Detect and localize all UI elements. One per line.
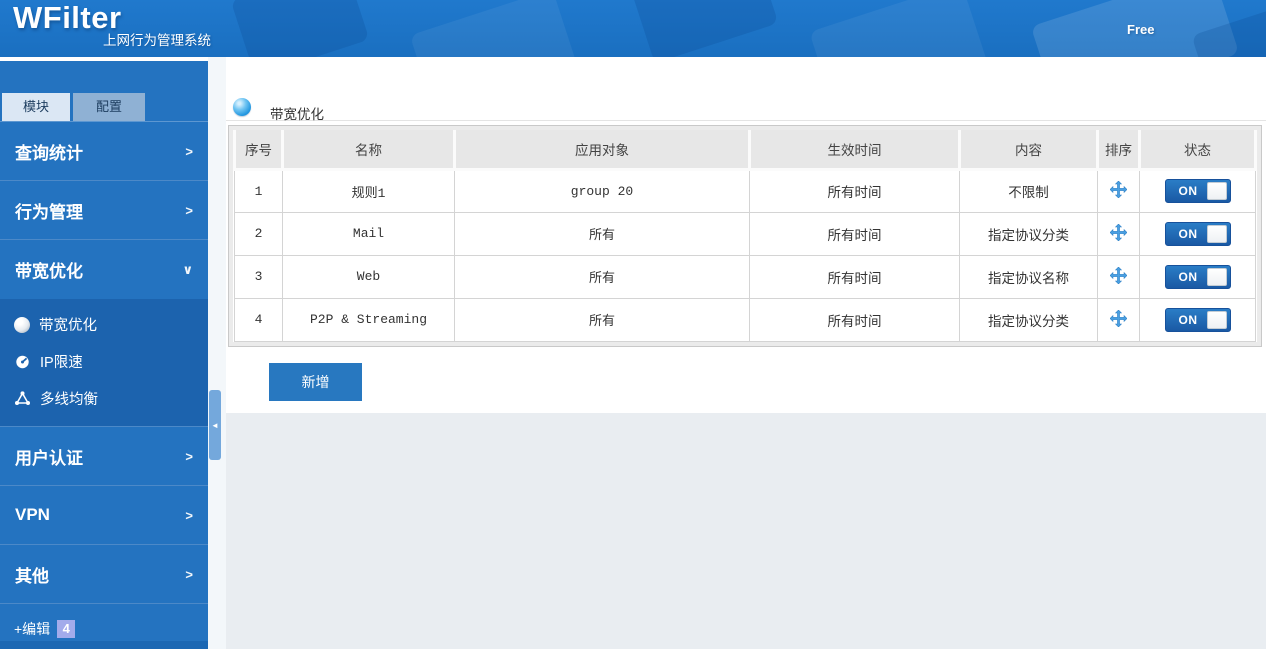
cell-sort bbox=[1097, 297, 1140, 342]
table-header-status: 状态 bbox=[1138, 130, 1257, 171]
rules-table: 序号 名称 应用对象 生效时间 内容 排序 状态 1 规则1 group 20 … bbox=[233, 130, 1257, 342]
toggle-on-label: ON bbox=[1178, 269, 1198, 284]
page-title: 带宽优化 bbox=[270, 107, 324, 122]
cell-status: ON bbox=[1139, 211, 1256, 256]
status-toggle[interactable]: ON bbox=[1164, 221, 1231, 246]
sidebar: 模块 配置 查询统计 > 行为管理 > 带宽优化 ∨ 带宽优化 IP限速 多线均… bbox=[0, 57, 208, 649]
toggle-on-label: ON bbox=[1178, 312, 1198, 327]
chevron-right-icon: > bbox=[185, 566, 193, 582]
table-row: 4 P2P & Streaming 所有 所有时间 指定协议分类 ON bbox=[234, 297, 1256, 342]
status-toggle[interactable]: ON bbox=[1164, 264, 1231, 289]
table-header-name: 名称 bbox=[281, 130, 456, 171]
chevron-right-icon: > bbox=[185, 448, 193, 464]
table-header-content: 内容 bbox=[958, 130, 1099, 171]
status-toggle[interactable]: ON bbox=[1164, 307, 1231, 332]
cell-target: 所有 bbox=[454, 211, 750, 256]
page-title-row: 带宽优化 bbox=[226, 57, 1266, 122]
cell-index: 2 bbox=[234, 211, 283, 256]
cell-name: 规则1 bbox=[282, 168, 455, 213]
sidebar-item-bandwidth-opt[interactable]: 带宽优化 ∨ bbox=[0, 240, 208, 299]
bandwidth-panel: 带宽优化 序号 名称 应用对象 生效时间 内容 排序 状态 1 规则1 grou… bbox=[226, 57, 1266, 413]
sidebar-item-vpn[interactable]: VPN > bbox=[0, 486, 208, 545]
sidebar-item-others[interactable]: 其他 > bbox=[0, 545, 208, 604]
sidebar-item-query-stats[interactable]: 查询统计 > bbox=[0, 122, 208, 181]
edit-menu-button[interactable]: +编辑 4 bbox=[0, 604, 208, 639]
sidebar-collapse-handle[interactable]: ◄ bbox=[209, 390, 221, 460]
rules-table-frame: 序号 名称 应用对象 生效时间 内容 排序 状态 1 规则1 group 20 … bbox=[228, 125, 1262, 347]
status-toggle[interactable]: ON bbox=[1164, 179, 1231, 203]
cell-time: 所有时间 bbox=[749, 297, 960, 342]
cell-sort bbox=[1097, 168, 1140, 213]
sphere-icon bbox=[14, 316, 30, 333]
toggle-on-label: ON bbox=[1178, 184, 1198, 198]
chevron-right-icon: > bbox=[185, 143, 193, 159]
rules-table-body: 1 规则1 group 20 所有时间 不限制 ON 2 Mail 所有 所有时… bbox=[234, 168, 1256, 342]
cell-name: Web bbox=[282, 254, 455, 299]
table-header-target: 应用对象 bbox=[453, 130, 751, 171]
cell-status: ON bbox=[1139, 168, 1256, 213]
table-row: 3 Web 所有 所有时间 指定协议名称 ON bbox=[234, 254, 1256, 299]
edit-count-badge: 4 bbox=[57, 620, 76, 638]
add-rule-button[interactable]: 新增 bbox=[269, 362, 362, 401]
toggle-knob bbox=[1206, 182, 1227, 200]
gauge-icon bbox=[14, 353, 31, 370]
chevron-right-icon: > bbox=[185, 202, 193, 218]
table-header-time: 生效时间 bbox=[748, 130, 961, 171]
toggle-on-label: ON bbox=[1178, 226, 1198, 241]
title-sphere-icon bbox=[233, 98, 251, 116]
cell-name: P2P & Streaming bbox=[282, 297, 455, 342]
cell-sort bbox=[1097, 254, 1140, 299]
table-header-index: 序号 bbox=[233, 130, 284, 171]
cell-target: 所有 bbox=[454, 254, 750, 299]
toggle-knob bbox=[1206, 267, 1227, 286]
table-header-sort: 排序 bbox=[1096, 130, 1141, 171]
cell-status: ON bbox=[1139, 254, 1256, 299]
sidebar-tab-strip: 模块 配置 bbox=[0, 93, 208, 122]
cell-index: 3 bbox=[234, 254, 283, 299]
cell-time: 所有时间 bbox=[749, 254, 960, 299]
bandwidth-submenu: 带宽优化 IP限速 多线均衡 bbox=[0, 299, 208, 427]
cell-time: 所有时间 bbox=[749, 168, 960, 213]
submenu-item-ip-limit[interactable]: IP限速 bbox=[0, 343, 208, 380]
cell-index: 1 bbox=[234, 168, 283, 213]
sidebar-bottom-strip bbox=[0, 641, 208, 649]
cell-content: 指定协议分类 bbox=[959, 211, 1098, 256]
sidebar-item-user-auth[interactable]: 用户认证 > bbox=[0, 427, 208, 486]
toggle-knob bbox=[1206, 224, 1227, 243]
content-area: 带宽优化 序号 名称 应用对象 生效时间 内容 排序 状态 1 规则1 grou… bbox=[226, 57, 1266, 649]
move-icon[interactable] bbox=[1109, 180, 1128, 199]
cell-content: 指定协议名称 bbox=[959, 254, 1098, 299]
triangle-network-icon bbox=[14, 390, 31, 407]
cell-index: 4 bbox=[234, 297, 283, 342]
cell-content: 指定协议分类 bbox=[959, 297, 1098, 342]
cell-target: 所有 bbox=[454, 297, 750, 342]
move-icon[interactable] bbox=[1109, 223, 1128, 241]
chevron-right-icon: > bbox=[185, 507, 193, 523]
tab-modules[interactable]: 模块 bbox=[2, 93, 70, 121]
table-row: 2 Mail 所有 所有时间 指定协议分类 ON bbox=[234, 211, 1256, 256]
sidebar-gap: ◄ bbox=[208, 57, 226, 649]
submenu-item-multiline-balance[interactable]: 多线均衡 bbox=[0, 380, 208, 417]
toggle-knob bbox=[1206, 310, 1227, 329]
cell-sort bbox=[1097, 211, 1140, 256]
license-badge: Free bbox=[1127, 22, 1155, 37]
app-header: WFilter 上网行为管理系统 Free bbox=[0, 0, 1266, 57]
cell-target: group 20 bbox=[454, 168, 750, 213]
chevron-down-icon: ∨ bbox=[182, 261, 193, 277]
cell-content: 不限制 bbox=[959, 168, 1098, 213]
sidebar-item-behavior-mgmt[interactable]: 行为管理 > bbox=[0, 181, 208, 240]
cell-time: 所有时间 bbox=[749, 211, 960, 256]
app-subtitle: 上网行为管理系统 bbox=[103, 33, 211, 48]
submenu-item-bandwidth-opt[interactable]: 带宽优化 bbox=[0, 306, 208, 343]
move-icon[interactable] bbox=[1109, 266, 1128, 284]
collapse-arrow-icon: ◄ bbox=[211, 420, 219, 430]
table-row: 1 规则1 group 20 所有时间 不限制 ON bbox=[234, 168, 1256, 213]
move-icon[interactable] bbox=[1109, 309, 1128, 327]
tab-config[interactable]: 配置 bbox=[73, 93, 145, 121]
cell-name: Mail bbox=[282, 211, 455, 256]
cell-status: ON bbox=[1139, 297, 1256, 342]
